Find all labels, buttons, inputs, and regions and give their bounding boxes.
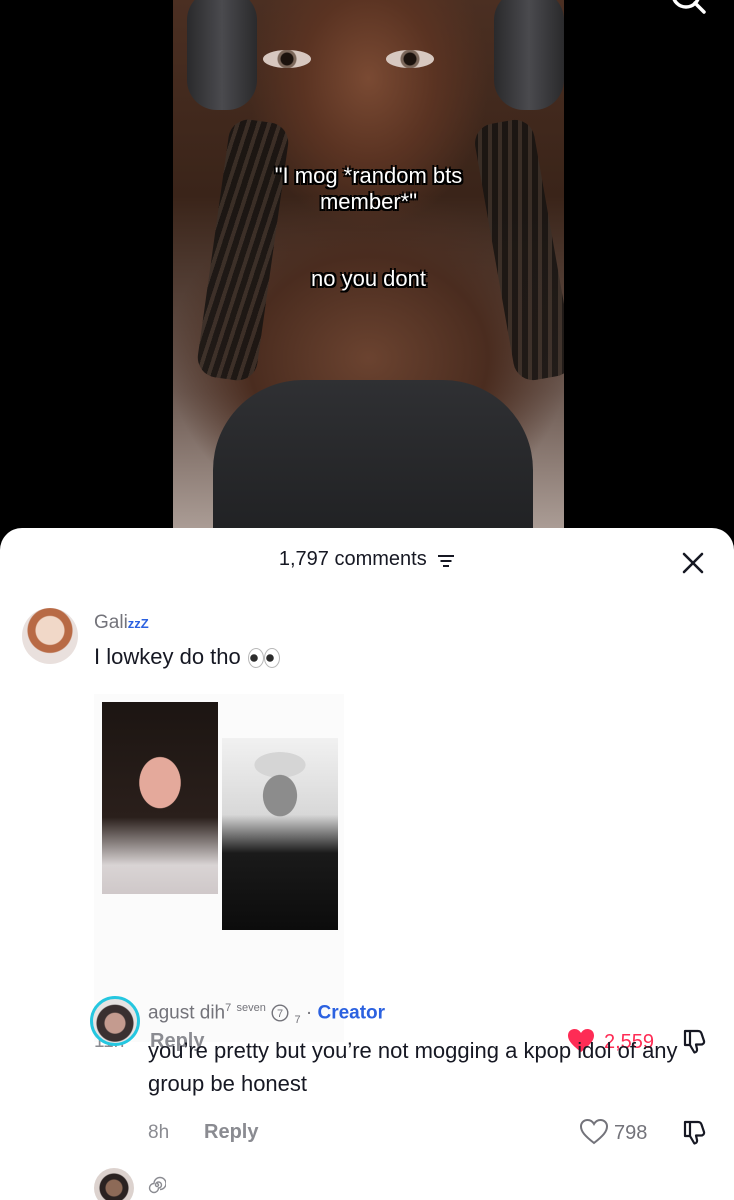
hair-right: [471, 116, 564, 384]
video-player[interactable]: "I mog *random bts member*" no you dont: [0, 0, 734, 560]
video-caption-top: "I mog *random bts member*": [173, 163, 564, 215]
headphone-left: [187, 0, 257, 110]
separator: ·: [305, 1002, 313, 1024]
creator-avatar[interactable]: [90, 996, 140, 1046]
caption-line-2: member*": [319, 189, 418, 214]
seven-badge-icon: 7: [271, 1004, 289, 1022]
video-frame: "I mog *random bts member*" no you dont: [173, 0, 564, 560]
photo-idol: [222, 738, 338, 930]
video-caption-bottom: no you dont: [311, 266, 426, 291]
eye-left: [263, 50, 311, 68]
spiral-icon: [148, 1176, 166, 1194]
username-superscript: 7: [225, 1002, 232, 1014]
creator-label: Creator: [317, 1002, 386, 1024]
comments-header: 1,797 comments: [0, 548, 734, 580]
like-count: 798: [614, 1122, 648, 1144]
photo-selfie: [102, 702, 218, 894]
reply-button[interactable]: Reply: [204, 1121, 258, 1144]
badge-subscript: 7: [294, 1014, 301, 1027]
username-tag: seven: [236, 1002, 266, 1014]
username-suffix: zzZ: [127, 616, 149, 631]
dislike-icon[interactable]: [681, 1118, 709, 1146]
comment-text: I lowkey do tho: [94, 640, 281, 673]
comment-username[interactable]: agust dih7 seven 7 7 · Creator: [148, 1002, 385, 1026]
filter-icon[interactable]: [437, 554, 455, 568]
headphone-right: [494, 0, 564, 110]
comment-time: 8h: [148, 1122, 170, 1143]
avatar[interactable]: [22, 608, 78, 664]
hair-left: [195, 117, 291, 383]
avatar[interactable]: [94, 1168, 134, 1200]
badge-number: 7: [277, 1008, 283, 1020]
comments-sheet: 1,797 comments GalizzZ I lowkey do tho R…: [0, 528, 734, 1200]
heart-outline-icon[interactable]: [580, 1119, 608, 1145]
search-icon[interactable]: [668, 0, 708, 18]
eyes-icon: [247, 648, 280, 669]
comment-text: you’re pretty but you’re not mogging a k…: [148, 1038, 678, 1096]
comment-attached-image[interactable]: [94, 694, 344, 1042]
close-icon[interactable]: [682, 552, 704, 574]
caption-line-1: "I mog *random bts: [274, 163, 463, 188]
eye-right: [386, 50, 434, 68]
username-text: agust dih: [148, 1002, 226, 1024]
comment-body: I lowkey do tho: [94, 644, 241, 669]
username-text: Gali: [94, 612, 128, 633]
comments-count: 1,797 comments: [278, 548, 427, 570]
comment-username[interactable]: GalizzZ: [94, 612, 149, 634]
